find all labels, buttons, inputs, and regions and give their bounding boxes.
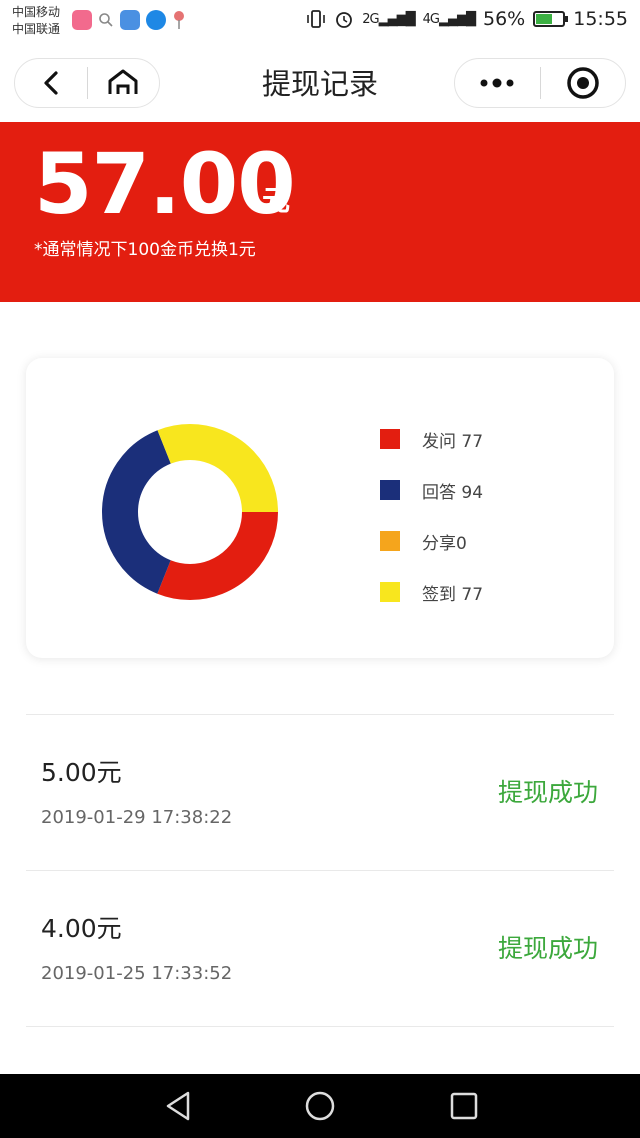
android-recents-button[interactable] <box>448 1090 480 1122</box>
record-row[interactable]: 5.00元 2019-01-29 17:38:22 提现成功 <box>26 715 614 870</box>
legend-label: 回答 94 <box>422 482 484 503</box>
app-notification-icon <box>72 10 92 30</box>
record-date: 2019-01-25 17:33:52 <box>41 963 233 984</box>
nav-bar: 提现记录 <box>0 46 640 122</box>
legend-item: 分享0 <box>380 526 483 556</box>
legend-label: 分享0 <box>422 533 467 554</box>
legend-item: 回答 94 <box>380 475 483 505</box>
legend-swatch <box>380 582 400 602</box>
list-divider <box>26 1026 614 1027</box>
android-back-button[interactable] <box>162 1090 194 1122</box>
battery-level <box>536 14 552 24</box>
donut-chart <box>102 424 278 600</box>
record-row[interactable]: 4.00元 2019-01-25 17:33:52 提现成功 <box>26 871 614 1026</box>
carrier-info: 中国移动 中国联通 <box>12 4 60 38</box>
balance-unit: 元 <box>262 184 291 217</box>
balance-amount: 57.00 <box>34 135 296 233</box>
clock: 15:55 <box>573 8 628 30</box>
android-nav-bar <box>0 1074 640 1138</box>
legend-item: 发问 77 <box>380 424 483 454</box>
zhihu-icon <box>146 10 166 30</box>
carrier-1: 中国移动 <box>12 5 61 19</box>
notification-icons <box>72 10 186 30</box>
signal-4g: 4G▂▄▆█ <box>422 11 476 27</box>
close-miniprogram-button[interactable] <box>541 59 626 107</box>
chart-legend: 发问 77 回答 94 分享0 签到 77 <box>380 424 483 628</box>
record-amount: 5.00元 <box>41 758 122 787</box>
legend-swatch <box>380 531 400 551</box>
legend-label: 签到 77 <box>422 584 484 605</box>
exchange-note: *通常情况下100金币兑换1元 <box>34 240 256 260</box>
legend-swatch <box>380 429 400 449</box>
weibo-icon <box>120 10 140 30</box>
carrier-2: 中国联通 <box>12 22 61 36</box>
record-date: 2019-01-29 17:38:22 <box>41 807 233 828</box>
battery-percent: 56% <box>483 8 526 30</box>
vibrate-icon <box>307 10 326 28</box>
battery-icon <box>533 11 569 27</box>
stats-card: 发问 77 回答 94 分享0 签到 77 <box>26 358 614 658</box>
signal-2g: 2G▂▄▆█ <box>362 11 415 27</box>
record-amount: 4.00元 <box>41 914 122 943</box>
system-status: 2G▂▄▆█ 4G▂▄▆█ 56% 15:55 <box>306 8 628 30</box>
legend-swatch <box>380 480 400 500</box>
android-home-button[interactable] <box>304 1090 336 1122</box>
nav-capsule-right <box>454 58 626 108</box>
alarm-icon <box>336 12 353 28</box>
status-bar: 中国移动 中国联通 2G▂▄▆█ 4G▂▄▆█ 56% 15:55 <box>0 0 640 46</box>
balance-header: 57.00 元 *通常情况下100金币兑换1元 <box>0 122 640 302</box>
search-icon <box>99 13 113 27</box>
target-icon <box>567 67 599 99</box>
more-dots-icon <box>480 78 514 88</box>
legend-item: 签到 77 <box>380 577 483 607</box>
more-button[interactable] <box>455 59 540 107</box>
legend-label: 发问 77 <box>422 431 484 452</box>
location-pin-icon <box>174 11 184 29</box>
record-status: 提现成功 <box>497 934 598 963</box>
record-status: 提现成功 <box>497 778 598 807</box>
